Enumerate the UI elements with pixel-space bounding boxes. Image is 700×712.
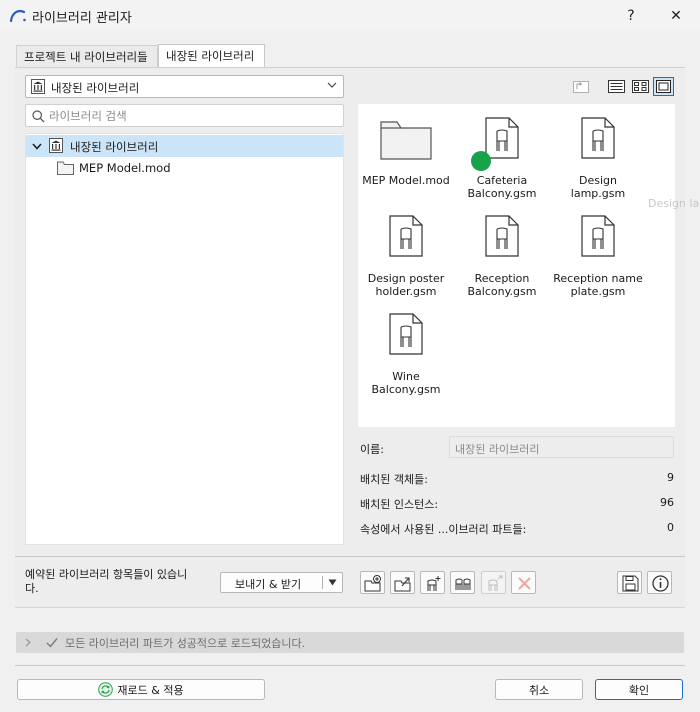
grid-item-label: Wine [392,370,420,383]
close-icon: ✕ [670,7,682,24]
chevron-down-icon [327,82,337,88]
tooltip-ghost: Design lar [648,197,700,210]
grid-item-label: holder.gsm [375,285,437,298]
library-tree[interactable]: 내장된 라이브러리 MEP Model.mod [25,133,344,545]
grid-item-label: Balcony.gsm [467,285,537,298]
name-label: 이름: [360,443,384,456]
cancel-button[interactable]: 취소 [495,679,583,700]
grid-item-cafeteria-balcony[interactable]: Cafeteria Balcony.gsm [454,104,550,202]
library-items-grid[interactable]: MEP Model.mod Cafeteria Balcony.gsm Desi… [358,104,675,427]
reserved-items-message: 예약된 라이브러리 항목들이 있습니 다. [25,568,188,595]
grid-item-design-lamp[interactable]: Design lamp.gsm [550,104,646,202]
info-button[interactable] [647,571,672,594]
add-library-button[interactable] [360,571,385,594]
delete-x-icon [518,577,531,590]
export-library-button[interactable] [390,571,415,594]
info-icon [652,575,669,592]
reload-apply-button[interactable]: 재로드 & 적용 [17,679,265,700]
grid-item-label: Reception [474,272,530,285]
name-field: 내장된 라이브러리 [449,436,674,458]
move-object-icon [488,575,503,591]
send-receive-button[interactable]: 보내기 & 받기 [220,572,343,593]
list-view-icon[interactable] [607,78,626,95]
placed-instances-value: 96 [660,496,674,509]
divider [15,665,685,666]
app-logo-icon [10,9,26,22]
tab-divider [15,67,685,68]
status-bar: 모든 라이브러리 파트가 성공적으로 로드되었습니다. [16,632,684,653]
tree-item-mep-model[interactable]: MEP Model.mod [79,161,171,175]
move-object-button[interactable] [481,571,506,594]
help-icon: ? [627,7,635,24]
help-button[interactable]: ? [611,0,651,31]
delete-button[interactable] [511,571,536,594]
parent-folder-icon[interactable] [572,78,591,95]
check-icon [46,638,58,648]
divider [15,607,685,608]
placed-objects-value: 9 [667,471,674,484]
reload-icon [98,682,114,697]
save-icon [622,575,639,592]
grid-item-wine-balcony[interactable]: Wine Balcony.gsm [358,300,454,398]
send-receive-label: 보내기 & 받기 [235,578,302,591]
folder-icon [380,121,432,160]
grid-item-reception-balcony[interactable]: Reception Balcony.gsm [454,202,550,300]
grid-item-label: plate.gsm [570,285,626,298]
grid-item-label: Design poster [367,272,445,285]
save-button[interactable] [617,571,642,594]
library-building-icon [31,79,45,94]
tab-project-libraries[interactable]: 프로젝트 내 라이브러리들 [16,45,158,67]
chevron-right-icon[interactable] [24,638,32,647]
new-object-icon [427,576,441,591]
objects-group-icon [455,578,471,590]
grid-item-reception-name-plate[interactable]: Reception name plate.gsm [550,202,646,300]
object-file-icon [581,117,615,159]
tree-item-embedded-library[interactable]: 내장된 라이브러리 [26,135,343,157]
close-button[interactable]: ✕ [656,0,696,31]
grid-item-label: Balcony.gsm [371,383,441,396]
ok-button[interactable]: 확인 [595,679,683,700]
used-parts-value: 0 [667,521,674,534]
search-icon [32,110,45,123]
large-icons-view-icon[interactable] [653,77,674,96]
library-search[interactable] [25,104,344,127]
grid-item-label: Reception name [553,272,643,285]
object-file-icon [389,313,423,355]
folder-export-icon [394,577,411,592]
tree-item-label: 내장된 라이브러리 [70,140,159,154]
object-file-icon [581,215,615,257]
cursor-indicator [471,151,491,171]
used-parts-label: 속성에서 사용된 ...이브러리 파트들: [360,523,527,536]
chevron-down-icon[interactable] [32,141,42,151]
grid-item-label: lamp.gsm [570,187,626,200]
divider [15,556,685,557]
new-object-button[interactable] [420,571,445,594]
split-divider [322,576,323,589]
grid-item-label: Balcony.gsm [467,187,537,200]
caret-down-icon[interactable] [328,579,337,586]
grid-item-mep-model[interactable]: MEP Model.mod [358,104,454,202]
grid-item-label: MEP Model.mod [362,174,450,187]
grid-item-label: Design [579,174,617,187]
grid-item-label: Cafeteria [476,174,528,187]
placed-objects-label: 배치된 객체들: [360,473,428,486]
object-file-icon [485,117,519,159]
object-file-icon [485,215,519,257]
library-building-icon [49,138,63,153]
objects-group-button[interactable] [450,571,475,594]
grid-item-design-poster-holder[interactable]: Design poster holder.gsm [358,202,454,300]
object-file-icon [389,215,423,257]
tab-embedded-library[interactable]: 내장된 라이브러리 [158,44,265,68]
placed-instances-label: 배치된 인스턴스: [360,498,439,511]
library-select[interactable]: 내장된 라이브러리 [25,75,344,98]
status-text: 모든 라이브러리 파트가 성공적으로 로드되었습니다. [65,637,306,650]
window-title: 라이브러리 관리자 [32,11,132,26]
search-input[interactable] [49,107,334,124]
library-select-value: 내장된 라이브러리 [51,81,140,95]
small-icons-view-icon[interactable] [631,78,650,95]
folder-icon [57,161,74,175]
reload-apply-label: 재로드 & 적용 [117,683,184,697]
add-library-icon [364,575,381,592]
